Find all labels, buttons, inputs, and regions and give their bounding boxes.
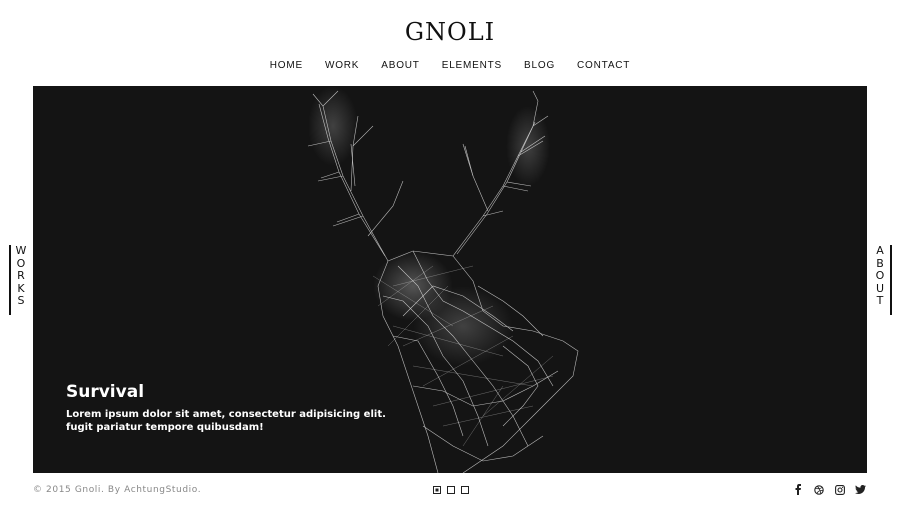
works-letter: S xyxy=(17,294,25,307)
nav-home[interactable]: HOME xyxy=(270,60,303,71)
slide-description: Lorem ipsum dolor sit amet, consectetur … xyxy=(66,408,386,434)
slide-description-line-1: Lorem ipsum dolor sit amet, consectetur … xyxy=(66,409,386,420)
nav-contact[interactable]: CONTACT xyxy=(577,60,630,71)
social-links xyxy=(792,484,866,495)
works-side-link[interactable]: W O R K S xyxy=(9,244,29,315)
slider-pagination xyxy=(433,486,469,494)
main-nav: HOME WORK ABOUT ELEMENTS BLOG CONTACT xyxy=(0,60,900,71)
about-letter: O xyxy=(875,269,885,282)
nav-about[interactable]: ABOUT xyxy=(381,60,419,71)
nav-elements[interactable]: ELEMENTS xyxy=(442,60,502,71)
slide-title: Survival xyxy=(66,382,145,402)
site-logo[interactable]: GNOLI xyxy=(0,18,900,46)
about-side-link[interactable]: A B O U T xyxy=(872,244,892,315)
slide-description-line-2: fugit pariatur tempore quibusdam! xyxy=(66,422,264,433)
slider-dot-3[interactable] xyxy=(461,486,469,494)
instagram-icon[interactable] xyxy=(834,484,845,495)
about-letter: A xyxy=(876,244,884,257)
facebook-icon[interactable] xyxy=(792,484,803,495)
hero-slide[interactable]: Survival Lorem ipsum dolor sit amet, con… xyxy=(33,86,867,473)
works-letter: R xyxy=(17,269,25,282)
nav-blog[interactable]: BLOG xyxy=(524,60,555,71)
slider-dot-1[interactable] xyxy=(433,486,441,494)
nav-work[interactable]: WORK xyxy=(325,60,359,71)
dribbble-icon[interactable] xyxy=(813,484,824,495)
about-letter: T xyxy=(876,294,884,307)
twitter-icon[interactable] xyxy=(855,484,866,495)
slider-dot-2[interactable] xyxy=(447,486,455,494)
works-letter: W xyxy=(15,244,27,257)
copyright-text: © 2015 Gnoli. By AchtungStudio. xyxy=(33,485,202,495)
